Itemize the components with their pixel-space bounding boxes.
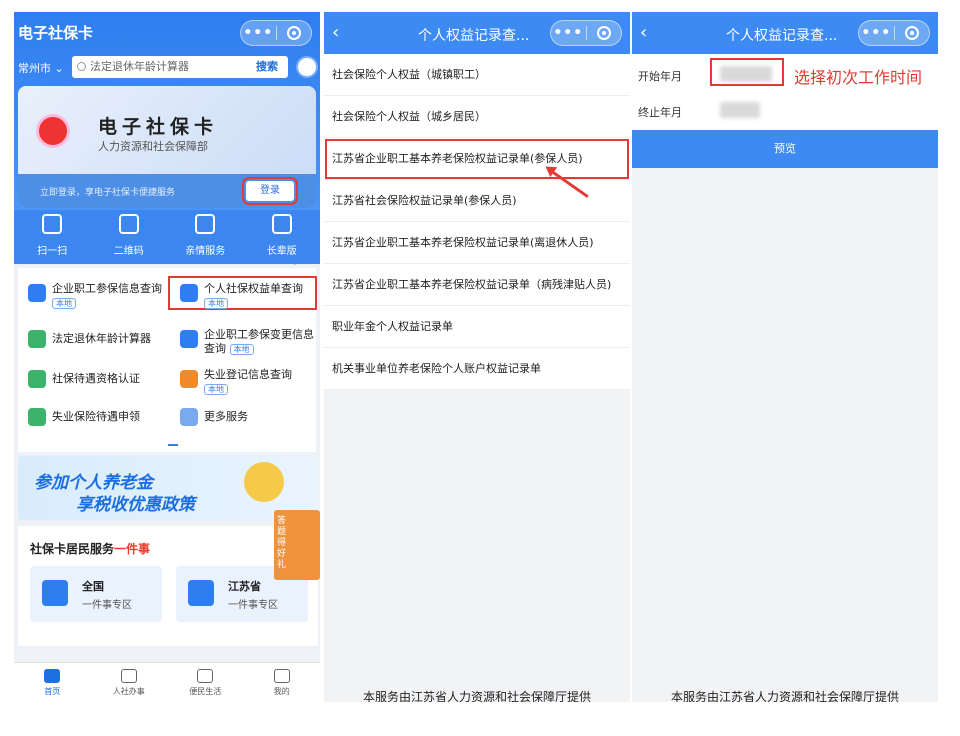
quick-scan[interactable]: 扫一扫 — [14, 210, 91, 264]
bottom-tabbar: 首页 人社办事 便民生活 我的 — [14, 662, 320, 702]
list-item[interactable]: 职业年金个人权益记录单 — [324, 306, 630, 348]
card-title: 电子社保卡 — [98, 116, 219, 138]
more-dots-icon — [180, 408, 198, 426]
more-icon[interactable]: ••• — [551, 25, 586, 41]
tab-mine[interactable]: 我的 — [244, 663, 321, 702]
quick-elder[interactable]: 长辈版 — [244, 210, 321, 264]
query-form-screen: ‹ 个人权益记录查... ••• 开始年月 终止年月 选择初次工作时间 预览 本… — [632, 12, 938, 702]
search-button[interactable]: 搜索 — [248, 58, 286, 76]
clipboard-icon — [180, 370, 198, 388]
document-icon — [28, 284, 46, 302]
back-icon[interactable]: ‹ — [640, 22, 647, 43]
more-icon[interactable]: ••• — [859, 25, 894, 41]
miniapp-capsule[interactable]: ••• — [858, 20, 930, 46]
highlight-box — [710, 58, 784, 86]
page-title: 个人权益记录查... — [418, 28, 530, 44]
person-icon — [28, 330, 46, 348]
page-indicator — [168, 444, 178, 446]
miniapp-capsule[interactable]: ••• — [550, 20, 622, 46]
preview-button[interactable]: 预览 — [632, 130, 938, 168]
login-prompt: 立即登录，享电子社保卡便捷服务 — [40, 188, 176, 198]
list-item-selected[interactable]: 江苏省企业职工基本养老保险权益记录单(参保人员) — [324, 138, 630, 180]
chat-icon[interactable] — [296, 56, 318, 78]
login-button[interactable]: 登录 — [242, 177, 298, 205]
quiz-badge[interactable]: 答题得好礼 — [274, 510, 320, 580]
family-icon — [195, 214, 216, 234]
app-title: 电子社保卡 — [18, 24, 94, 42]
social-security-card: 电子社保卡 人力资源和社会保障部 立即登录，享电子社保卡便捷服务 登录 — [18, 86, 316, 208]
document-icon — [180, 330, 198, 348]
list-item[interactable]: 江苏省企业职工基本养老保险权益记录单(离退休人员) — [324, 222, 630, 264]
wallet-icon — [28, 408, 46, 426]
home-icon — [44, 669, 61, 683]
card-subtitle: 人力资源和社会保障部 — [98, 140, 208, 153]
pension-banner[interactable]: 参加个人养老金 享税收优惠政策 — [18, 456, 318, 520]
provider-note: 本服务由江苏省人力资源和社会保障厅提供 — [670, 690, 899, 702]
quick-actions: 扫一扫 二维码 亲情服务 长辈版 — [14, 210, 320, 264]
tab-hrss-services[interactable]: 人社办事 — [91, 663, 168, 702]
coin-icon — [244, 462, 284, 502]
start-month-label: 开始年月 — [638, 70, 682, 83]
resident-services: 社保卡居民服务一件事 全国 一件事专区 江苏省 一件事专区 — [18, 526, 318, 646]
document-icon — [180, 284, 198, 302]
more-icon[interactable]: ••• — [241, 25, 276, 41]
service-personal-rights-query[interactable]: 个人社保权益单查询 本地 — [168, 276, 317, 310]
service-unemployment-benefit[interactable]: 失业保险待遇申领 — [18, 402, 163, 432]
tab-convenience[interactable]: 便民生活 — [167, 663, 244, 702]
tab-home[interactable]: 首页 — [14, 663, 91, 702]
si-icon — [120, 669, 137, 683]
list-item[interactable]: 江苏省企业职工基本养老保险权益记录单（病残津贴人员) — [324, 264, 630, 306]
resident-title: 社保卡居民服务一件事 — [30, 542, 151, 556]
back-icon[interactable]: ‹ — [332, 22, 339, 43]
service-benefit-qualification[interactable]: 社保待遇资格认证 — [18, 364, 163, 394]
list-item[interactable]: 机关事业单位养老保险个人账户权益记录单 — [324, 348, 630, 390]
user-icon — [42, 580, 68, 606]
list-item[interactable]: 社会保险个人权益（城乡居民） — [324, 96, 630, 138]
close-miniapp-icon[interactable] — [895, 26, 930, 40]
home-screen: 电子社保卡 ••• 常州市 ⌄ 法定退休年龄计算器 搜索 电子社保卡 人力资源和… — [14, 12, 320, 702]
scan-icon — [42, 214, 63, 234]
elder-icon — [271, 214, 292, 234]
miniapp-capsule[interactable]: ••• — [240, 20, 312, 46]
building-icon — [188, 580, 214, 606]
service-change-info-query[interactable]: 企业职工参保变更信息查询 本地 — [170, 324, 315, 355]
services-grid: 企业职工参保信息查询 本地 个人社保权益单查询 本地 法定退休年龄计算器 企业职… — [18, 268, 317, 452]
provider-note: 本服务由江苏省人力资源和社会保障厅提供 — [362, 690, 591, 702]
city-selector[interactable]: 常州市 ⌄ — [18, 60, 64, 76]
service-more[interactable]: 更多服务 — [170, 402, 315, 432]
service-unemployment-registration[interactable]: 失业登记信息查询 本地 — [170, 364, 315, 395]
search-input[interactable]: 法定退休年龄计算器 搜索 — [72, 56, 288, 78]
mohrss-logo-icon — [36, 114, 70, 148]
service-retirement-calculator[interactable]: 法定退休年龄计算器 — [18, 324, 163, 354]
service-employee-insurance-query[interactable]: 企业职工参保信息查询 本地 — [18, 278, 163, 309]
user-icon — [273, 669, 290, 683]
quick-family[interactable]: 亲情服务 — [167, 210, 244, 264]
quick-qrcode[interactable]: 二维码 — [91, 210, 168, 264]
annotation-text: 选择初次工作时间 — [794, 68, 923, 87]
close-miniapp-icon[interactable] — [587, 26, 622, 40]
national-zone[interactable]: 全国 一件事专区 — [30, 566, 162, 622]
record-type-list: 社会保险个人权益（城镇职工） 社会保险个人权益（城乡居民） 江苏省企业职工基本养… — [324, 54, 630, 390]
close-miniapp-icon[interactable] — [277, 26, 312, 40]
heart-icon — [197, 669, 214, 683]
rights-record-list-screen: ‹ 个人权益记录查... ••• 社会保险个人权益（城镇职工） 社会保险个人权益… — [324, 12, 630, 702]
list-item[interactable]: 江苏省社会保险权益记录单(参保人员) — [324, 180, 630, 222]
list-item[interactable]: 社会保险个人权益（城镇职工） — [324, 54, 630, 96]
shield-icon — [28, 370, 46, 388]
qrcode-icon — [118, 214, 139, 234]
end-month-field[interactable] — [720, 102, 760, 118]
page-title: 个人权益记录查... — [726, 28, 838, 44]
end-month-label: 终止年月 — [638, 106, 682, 119]
search-icon — [77, 62, 86, 71]
